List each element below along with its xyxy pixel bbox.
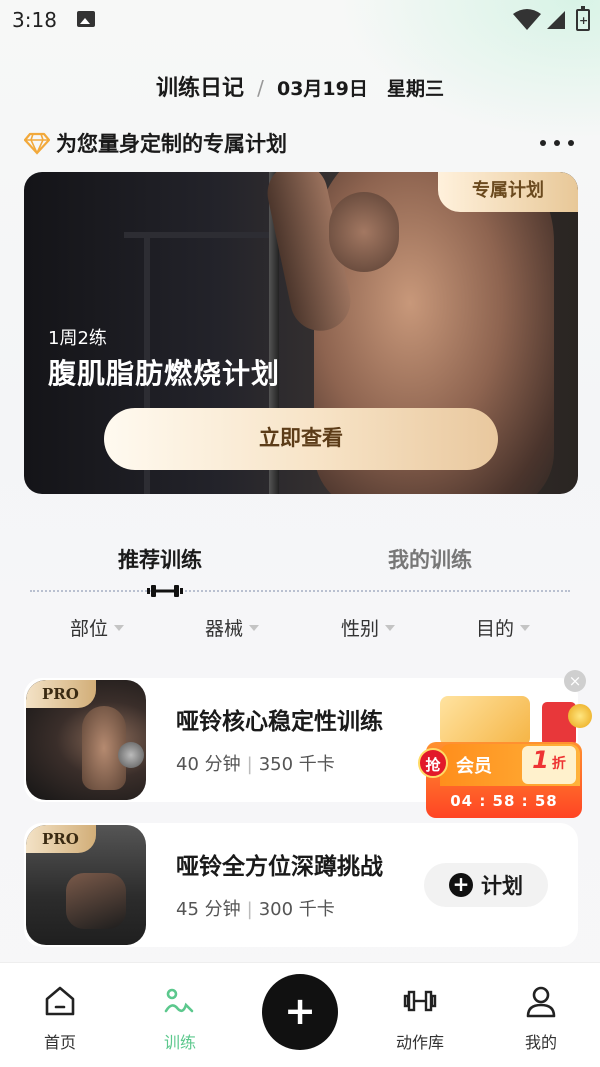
workout-card[interactable]: PRO 哑铃全方位深蹲挑战 45 分钟 | 300 千卡 + 计划 xyxy=(24,823,578,947)
tab-recommended[interactable]: 推荐训练 xyxy=(118,544,202,574)
workout-duration: 45 分钟 xyxy=(176,899,241,920)
workout-meta: 40 分钟 | 350 千卡 xyxy=(176,750,335,776)
workout-title: 哑铃核心稳定性训练 xyxy=(176,709,383,735)
active-tab-dumbbell-icon xyxy=(147,585,183,597)
athlete-figure xyxy=(66,873,126,929)
battery-icon: + xyxy=(576,6,590,31)
tab-divider xyxy=(30,590,570,592)
athlete-head-image xyxy=(329,192,399,272)
plan-section-title: 为您量身定制的专属计划 xyxy=(56,132,287,156)
dumbbell-icon xyxy=(403,990,437,1012)
nav-home[interactable]: 首页 xyxy=(20,983,100,1053)
exclusive-plan-tag: 专属计划 xyxy=(438,172,578,212)
header-date: 03月19日 xyxy=(276,78,368,100)
workout-title: 哑铃全方位深蹲挑战 xyxy=(176,854,383,880)
caret-down-icon xyxy=(249,624,260,631)
nav-training[interactable]: 训练 xyxy=(140,983,220,1053)
filter-gender[interactable]: 性别 xyxy=(341,614,396,641)
add-to-plan-button[interactable]: + 计划 xyxy=(424,863,548,907)
more-options-icon[interactable] xyxy=(540,136,574,150)
workout-meta: 45 分钟 | 300 千卡 xyxy=(176,895,335,921)
add-to-plan-label: 计划 xyxy=(481,874,523,898)
plan-name: 腹肌脂肪燃烧计划 xyxy=(48,357,281,390)
view-now-button[interactable]: 立即查看 xyxy=(104,408,498,470)
discount-unit: 折 xyxy=(551,756,566,772)
meta-divider: | xyxy=(246,754,253,775)
status-time: 3:18 xyxy=(12,8,57,32)
pro-badge: PRO xyxy=(26,680,96,708)
signal-icon xyxy=(547,11,565,29)
home-icon xyxy=(45,986,75,1016)
workout-calories: 350 千卡 xyxy=(258,754,335,775)
pro-badge: PRO xyxy=(26,825,96,853)
filter-label: 部位 xyxy=(70,618,109,640)
plus-icon: + xyxy=(449,873,473,897)
vip-label: 会员 xyxy=(456,756,492,777)
nav-label: 训练 xyxy=(163,1033,196,1052)
close-icon[interactable]: × xyxy=(564,670,586,692)
workout-thumbnail: PRO xyxy=(26,825,146,945)
caret-down-icon xyxy=(114,624,125,631)
caret-down-icon xyxy=(520,624,531,631)
profile-icon xyxy=(526,986,556,1018)
diamond-icon xyxy=(24,132,50,155)
gift-box-icon xyxy=(440,696,530,746)
filter-label: 性别 xyxy=(341,618,380,640)
filter-bar: 部位 器械 性别 目的 xyxy=(0,614,600,646)
tab-my-training[interactable]: 我的训练 xyxy=(388,544,472,574)
filter-body-part[interactable]: 部位 xyxy=(70,614,125,641)
filter-goal[interactable]: 目的 xyxy=(476,614,531,641)
dumbbell-image xyxy=(118,742,144,768)
nav-label: 我的 xyxy=(524,1033,557,1052)
workout-thumbnail: PRO xyxy=(26,680,146,800)
plan-section-heading: 为您量身定制的专属计划 xyxy=(24,128,287,158)
filter-label: 器械 xyxy=(205,618,244,640)
workout-duration: 40 分钟 xyxy=(176,754,241,775)
filter-label: 目的 xyxy=(476,618,515,640)
nav-profile[interactable]: 我的 xyxy=(501,983,581,1053)
status-bar: 3:18 + xyxy=(0,0,600,40)
add-fab-button[interactable]: + xyxy=(262,974,338,1050)
coin-icon xyxy=(568,704,592,728)
discount-badge: 1折 xyxy=(522,746,576,784)
plan-banner[interactable]: 专属计划 1周2练 腹肌脂肪燃烧计划 立即查看 xyxy=(24,172,578,494)
training-tabs: 推荐训练 我的训练 xyxy=(0,540,600,580)
header-separator: / xyxy=(257,76,264,100)
grab-badge: 抢 xyxy=(418,748,448,778)
header-weekday: 星期三 xyxy=(386,78,444,100)
nav-label: 首页 xyxy=(43,1033,76,1052)
wifi-icon xyxy=(513,9,541,30)
filter-equipment[interactable]: 器械 xyxy=(205,614,260,641)
nav-label: 动作库 xyxy=(395,1033,444,1052)
countdown-timer: 04 : 58 : 58 xyxy=(450,792,558,810)
training-icon xyxy=(164,988,194,1013)
plan-frequency: 1周2练 xyxy=(48,328,107,349)
vip-promo-popup[interactable]: × 抢 会员 1折 04 : 58 : 58 xyxy=(418,670,598,820)
page-header: 训练日记 / 03月19日 星期三 xyxy=(0,70,600,102)
caret-down-icon xyxy=(385,624,396,631)
image-notification-icon xyxy=(77,11,95,27)
workout-calories: 300 千卡 xyxy=(258,899,335,920)
nav-exercise-library[interactable]: 动作库 xyxy=(380,983,460,1053)
discount-value: 1 xyxy=(532,746,549,774)
battery-charging: + xyxy=(579,14,589,27)
page-title: 训练日记 xyxy=(156,76,245,101)
meta-divider: | xyxy=(246,899,253,920)
